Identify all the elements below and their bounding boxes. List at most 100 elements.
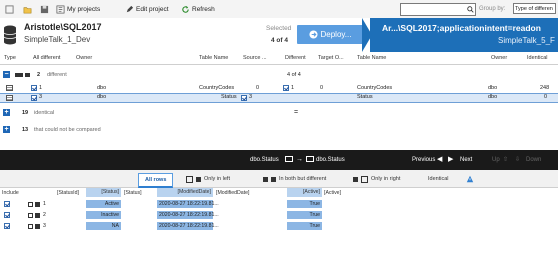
expand-icon[interactable]: +	[3, 109, 10, 116]
data-row[interactable]: 3 NA 2020-08-27 18:22:19.81... True	[0, 222, 358, 231]
col-target-o[interactable]: Target O...	[318, 55, 344, 61]
back-icon	[5, 4, 14, 14]
row-left-icon	[28, 202, 33, 207]
row-active: True	[287, 222, 322, 230]
warning-icon[interactable]	[466, 175, 474, 183]
row-target-count: 0	[320, 85, 324, 91]
deploy-arrow-icon	[308, 30, 318, 39]
left-square-icon	[186, 175, 193, 183]
source-database: SimpleTalk_1_Dev	[24, 35, 91, 44]
table-row-selected[interactable]: 3 dbo Status 3 Status dbo 0	[0, 93, 558, 103]
target-panel: Ar...\SQL2017;applicationintent=readon S…	[370, 18, 558, 52]
tab-both-different-label: In both but different	[279, 176, 327, 182]
grid-icon	[285, 156, 293, 162]
tab-both-different[interactable]: In both but different	[263, 173, 326, 185]
include-checkbox[interactable]	[4, 201, 10, 207]
row-target-name: Status	[357, 94, 373, 100]
data-row[interactable]: 1 Active 2020-08-27 18:22:19.81... True	[0, 200, 358, 209]
expand-icon[interactable]: +	[3, 126, 10, 133]
right-square-icon	[361, 175, 368, 183]
col-status-right[interactable]: [Status]	[124, 190, 142, 196]
col-all-different[interactable]: All different	[33, 55, 60, 61]
down-button[interactable]: Down	[526, 157, 541, 163]
row-source-count: 3	[249, 94, 253, 100]
col-type[interactable]: Type	[4, 55, 16, 61]
col-statusid[interactable]: [StatusId]	[57, 190, 79, 196]
col-active-left[interactable]: [Active]	[287, 188, 322, 197]
col-identical[interactable]: Identical	[527, 55, 548, 61]
tab-only-left[interactable]: Only in left	[186, 173, 230, 185]
source-checkbox[interactable]	[241, 95, 247, 101]
group-identical[interactable]: + 19 identical =	[0, 108, 558, 118]
col-different[interactable]: Different	[285, 55, 306, 61]
group-by-select[interactable]: Type of differen	[513, 3, 556, 14]
col-active-right[interactable]: [Active]	[324, 190, 341, 196]
tab-all-rows[interactable]: All rows	[138, 173, 174, 188]
row-number: 1	[39, 85, 43, 91]
left-filled-square-icon	[196, 176, 201, 182]
pencil-icon	[126, 5, 134, 12]
col-status-left[interactable]: [Status]	[86, 188, 121, 197]
col-include[interactable]: Include	[2, 190, 19, 196]
back-button[interactable]	[5, 3, 14, 15]
right-object-name: dbo.Status	[316, 157, 345, 163]
table-icon	[6, 85, 13, 91]
row-target-owner: dbo	[488, 94, 498, 100]
row-right-icon	[35, 224, 40, 229]
tab-identical-label: Identical	[428, 176, 449, 182]
data-row[interactable]: 2 Inactive 2020-08-27 18:22:19.81... Tru…	[0, 211, 358, 220]
col-table-name-2[interactable]: Table Name	[357, 55, 386, 61]
row-active: True	[287, 211, 322, 219]
row-identical-count: 248	[540, 85, 550, 91]
row-status: Inactive	[86, 211, 121, 219]
row-source-count: 0	[256, 85, 260, 91]
next-button[interactable]: Next	[460, 157, 472, 163]
row-table-name: Status	[221, 94, 237, 100]
deploy-button[interactable]: Deploy...	[297, 25, 363, 44]
include-checkbox[interactable]	[31, 85, 37, 91]
my-projects-button[interactable]: My projects	[56, 3, 100, 15]
row-status: NA	[86, 222, 121, 230]
group-not-compared[interactable]: + 13 that could not be compared	[0, 125, 558, 135]
filled-square-icon	[271, 176, 276, 182]
col-table-name[interactable]: Table Name	[199, 55, 228, 61]
group-marker-icon	[15, 73, 23, 77]
row-owner: dbo	[97, 85, 107, 91]
tab-only-right[interactable]: Only in right	[353, 173, 400, 185]
tab-only-left-label: Only in left	[204, 176, 230, 182]
arrow-right-icon: →	[296, 156, 303, 163]
results-column-header: Type All different Owner Table Name Sour…	[0, 52, 558, 65]
group-label: that could not be compared	[34, 127, 101, 133]
col-modified-right[interactable]: [ModifiedDate]	[216, 190, 249, 196]
search-input[interactable]	[400, 3, 476, 16]
row-left-icon	[28, 213, 33, 218]
left-object-name: dbo.Status	[250, 157, 279, 163]
folder-icon	[23, 6, 32, 13]
group-different[interactable]: − 2 different 4 of 4	[0, 70, 558, 80]
collapse-icon[interactable]: −	[3, 71, 10, 78]
refresh-button[interactable]: Refresh	[181, 3, 215, 15]
tab-identical[interactable]: Identical	[428, 173, 449, 185]
include-checkbox[interactable]	[4, 212, 10, 218]
row-modified: 2020-08-27 18:22:19.81...	[157, 211, 219, 219]
up-button[interactable]: Up	[492, 157, 500, 163]
col-owner[interactable]: Owner	[76, 55, 92, 61]
my-projects-label: My projects	[67, 5, 101, 13]
col-source-o[interactable]: Source ...	[243, 55, 267, 61]
row-owner: dbo	[97, 94, 107, 100]
previous-button[interactable]: Previous	[412, 157, 435, 163]
open-folder-button[interactable]	[23, 3, 32, 15]
col-modified-left[interactable]: [ModifiedDate]	[157, 188, 213, 197]
database-icon	[3, 25, 17, 45]
save-button[interactable]	[40, 3, 49, 15]
col-owner-2[interactable]: Owner	[491, 55, 507, 61]
table-row[interactable]: 1 dbo CountryCodes 0 1 0 CountryCodes db…	[0, 84, 558, 93]
different-checkbox[interactable]	[283, 85, 289, 91]
edit-project-button[interactable]: Edit project	[125, 3, 169, 15]
down-icon: ⇩	[515, 157, 521, 163]
include-checkbox[interactable]	[31, 95, 37, 101]
row-filter-tabs: All rows Only in left In both but differ…	[0, 170, 558, 188]
edit-project-label: Edit project	[136, 5, 169, 13]
include-checkbox[interactable]	[4, 223, 10, 229]
group-by-label: Group by:	[479, 6, 506, 12]
